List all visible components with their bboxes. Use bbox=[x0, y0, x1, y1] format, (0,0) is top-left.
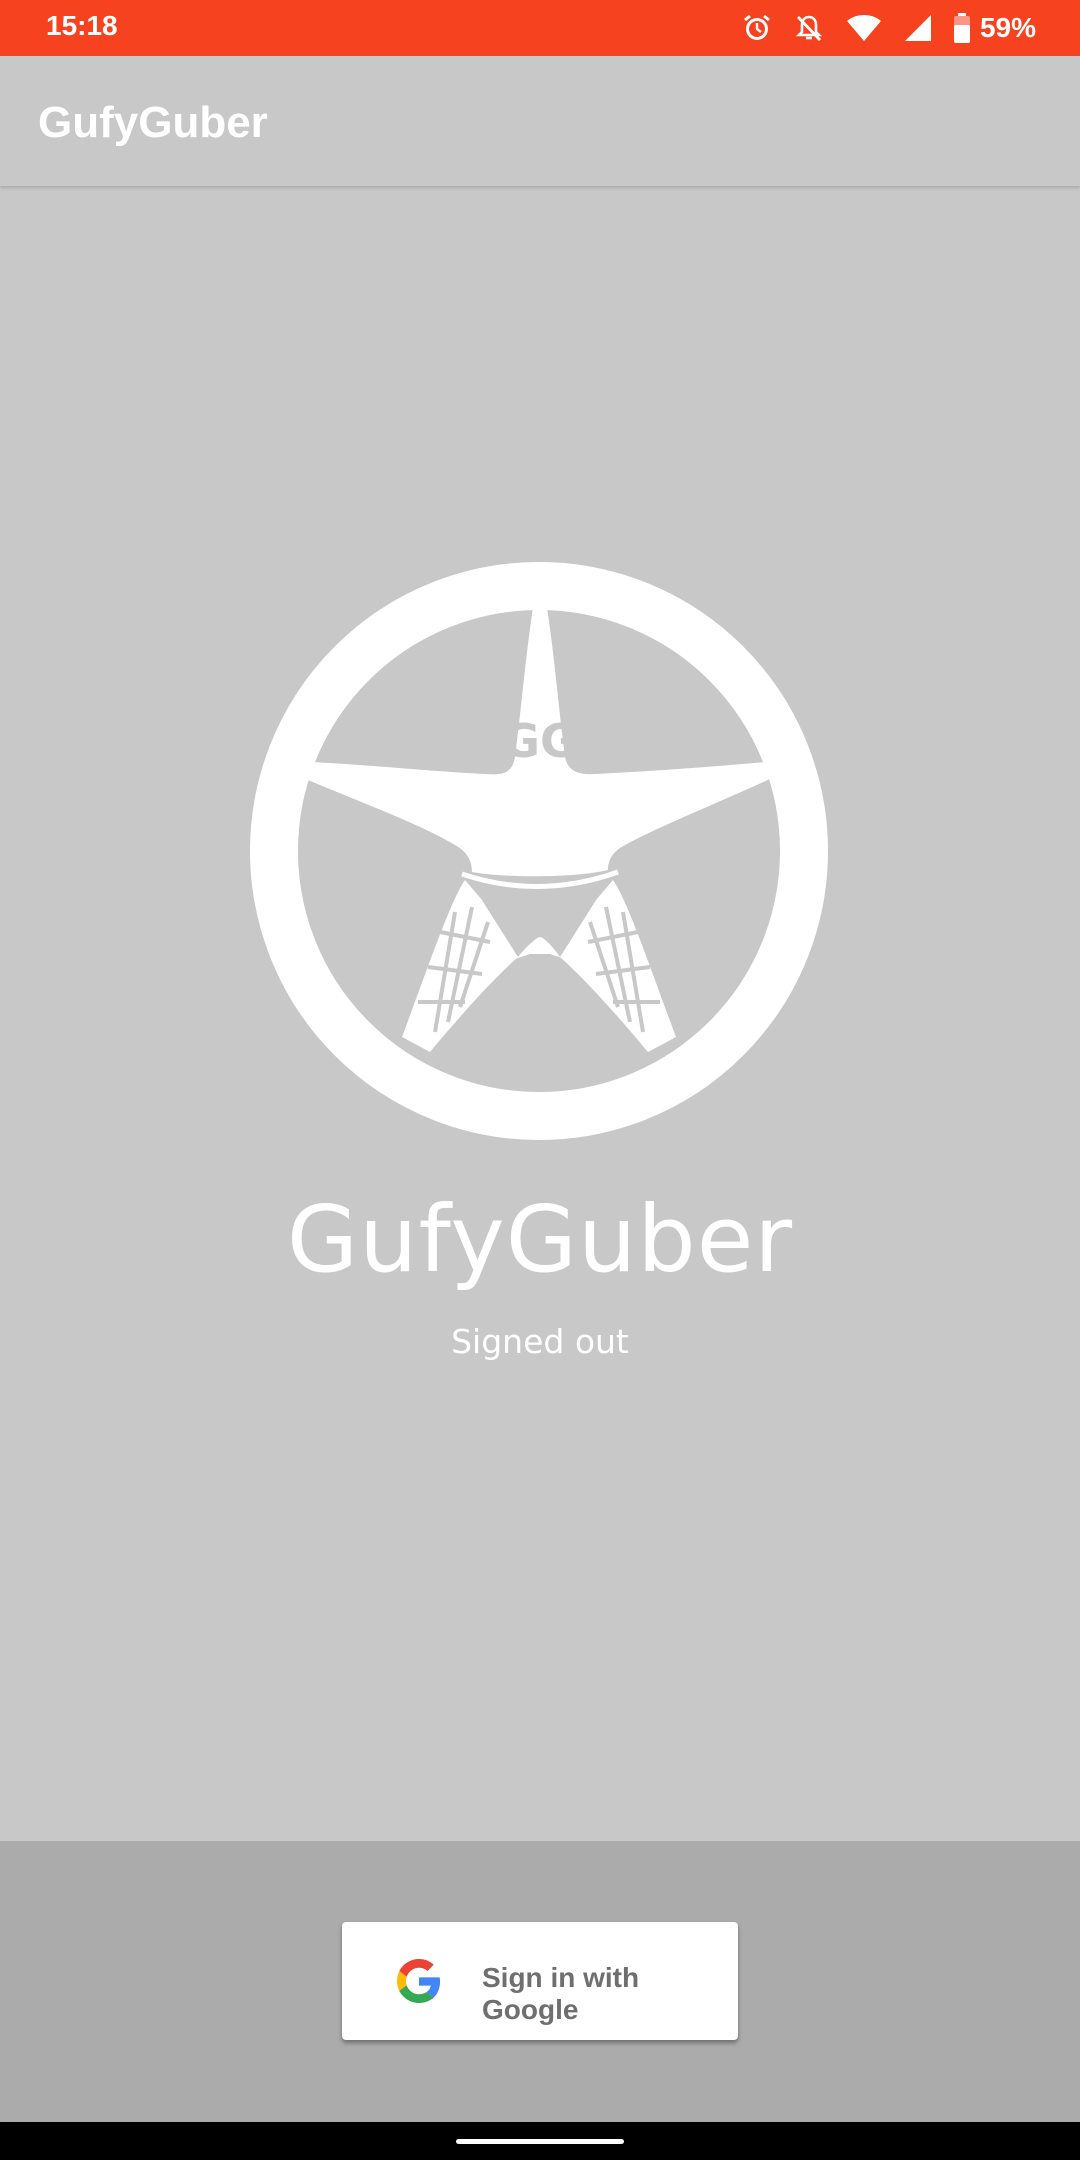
home-gesture-handle[interactable] bbox=[456, 2139, 624, 2144]
battery-percent: 59% bbox=[979, 12, 1036, 43]
cell-signal-icon bbox=[904, 14, 932, 42]
status-bar: 15:18 59% bbox=[0, 0, 1080, 56]
gufyguber-logo-icon: GG bbox=[250, 562, 828, 1140]
battery-icon bbox=[953, 13, 970, 43]
sign-in-status: Signed out bbox=[451, 1322, 629, 1361]
navigation-bar bbox=[0, 2122, 1080, 2160]
main-content: GG GufyGuber Signed out bbox=[0, 186, 1080, 1841]
alarm-icon bbox=[742, 13, 772, 43]
app-bar: GufyGuber bbox=[0, 56, 1080, 186]
svg-text:GG: GG bbox=[502, 714, 578, 768]
google-g-icon bbox=[397, 1959, 441, 2003]
status-time: 15:18 bbox=[46, 10, 118, 41]
app-bar-title: GufyGuber bbox=[38, 98, 268, 147]
google-sign-in-button[interactable]: Sign in with Google bbox=[342, 1922, 738, 2040]
bottom-panel: Sign in with Google bbox=[0, 1841, 1080, 2122]
status-icons: 59% bbox=[742, 8, 1036, 48]
app-name: GufyGuber bbox=[286, 1186, 794, 1293]
wifi-icon bbox=[846, 14, 882, 42]
notifications-off-icon bbox=[794, 13, 824, 43]
google-sign-in-label: Sign in with Google bbox=[482, 1962, 640, 2025]
